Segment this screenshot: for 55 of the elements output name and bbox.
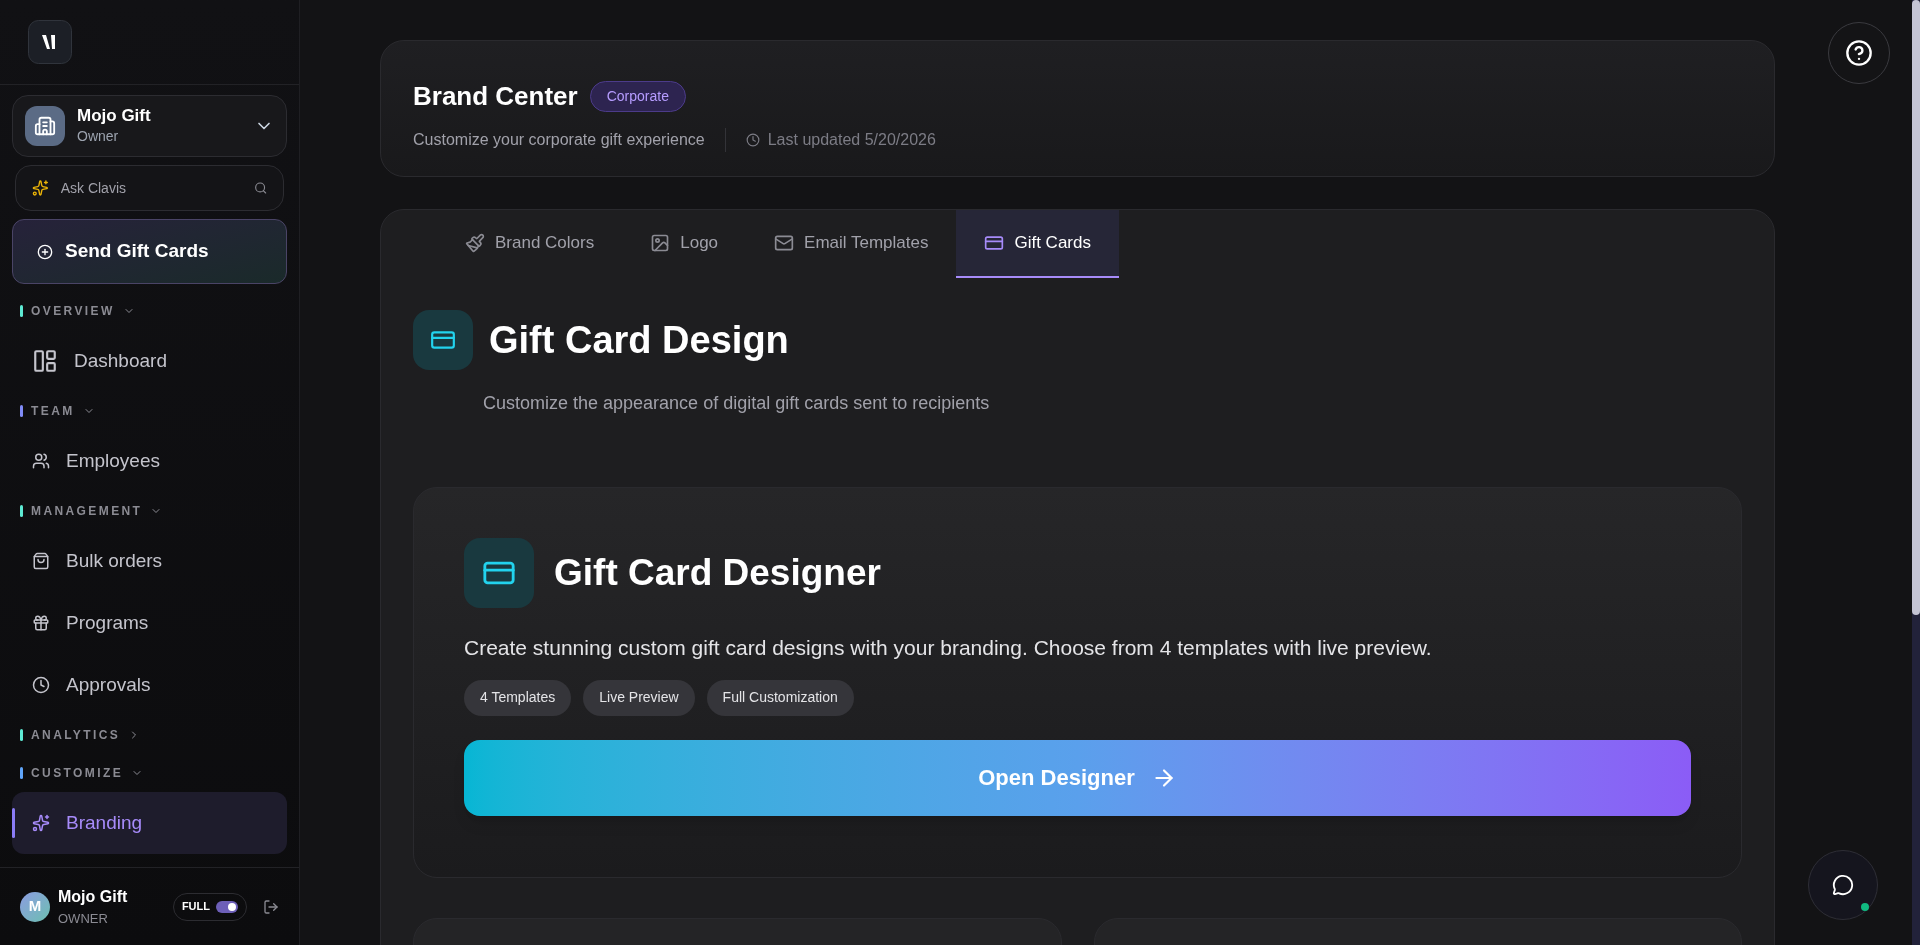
nav-icon <box>32 676 50 694</box>
building-icon <box>25 106 65 146</box>
feature-tag: 4 Templates <box>464 679 572 716</box>
account-name: Mojo Gift <box>77 105 152 126</box>
user-name: Mojo Gift <box>58 886 129 907</box>
nav-section-header[interactable]: CUSTOMIZE <box>12 754 287 792</box>
nav-icon <box>32 348 58 374</box>
clock-icon <box>745 133 760 147</box>
tab-icon <box>465 233 485 253</box>
user-avatar: M <box>20 891 50 922</box>
plus-circle-icon <box>37 243 53 260</box>
nav-section-header[interactable]: OVERVIEW <box>12 292 287 330</box>
scrollbar[interactable] <box>1912 0 1920 945</box>
nav-icon <box>32 614 50 632</box>
tab[interactable]: Logo <box>622 210 747 278</box>
page-title: Brand Center <box>413 80 578 113</box>
tab[interactable]: Email Templates <box>746 210 957 278</box>
ask-input[interactable]: Ask Clavis <box>60 177 242 199</box>
logout-icon[interactable] <box>263 898 279 915</box>
help-icon <box>1845 39 1873 67</box>
account-role: Owner <box>77 126 120 146</box>
chat-bubble-icon <box>1832 874 1854 896</box>
nav-icon <box>32 814 50 832</box>
section-description: Customize the appearance of digital gift cards sent to recipients <box>483 392 991 415</box>
plan-badge: Corporate <box>589 81 686 112</box>
last-updated: Last updated 5/20/2026 <box>767 130 936 150</box>
nav-section-header[interactable]: MANAGEMENT <box>12 492 287 530</box>
feature-tag: Live Preview <box>583 679 695 716</box>
tab-icon <box>984 233 1005 253</box>
tab-icon <box>774 233 795 253</box>
account-switcher[interactable]: Mojo Gift Owner <box>12 95 287 157</box>
logo-icon[interactable] <box>28 20 72 64</box>
tab-icon <box>650 233 671 253</box>
section-title: Gift Card Design <box>489 317 789 363</box>
nav-icon <box>32 452 50 470</box>
nav-section-header[interactable]: ANALYTICS <box>12 716 287 754</box>
search-icon <box>253 180 267 196</box>
feature-tag: Full Customization <box>706 679 854 716</box>
nav-item[interactable]: Bulk orders <box>12 530 287 592</box>
page-subtitle: Customize your corporate gift experience <box>413 130 705 150</box>
user-role: OWNER <box>58 909 109 928</box>
nav-item[interactable]: Approvals <box>12 654 287 716</box>
nav-item[interactable]: Branding <box>12 792 287 854</box>
ask-search-field[interactable]: Ask Clavis <box>15 165 284 211</box>
card-description: Create stunning custom gift card designs with your branding. Choose from 4 templates with live preview. <box>464 635 1433 661</box>
card-title: Gift Card Designer <box>554 551 881 596</box>
tab[interactable]: Brand Colors <box>437 210 623 278</box>
nav-icon <box>32 552 50 570</box>
tab[interactable]: Gift Cards <box>956 210 1119 278</box>
sparkle-icon <box>32 178 49 198</box>
nav-item[interactable]: Employees <box>12 430 287 492</box>
send-gift-cards-button[interactable]: Send Gift Cards <box>12 219 287 284</box>
nav-item[interactable]: Dashboard <box>12 330 287 392</box>
nav-section-header[interactable]: TEAM <box>12 392 287 430</box>
nav-item[interactable]: Programs <box>12 592 287 654</box>
